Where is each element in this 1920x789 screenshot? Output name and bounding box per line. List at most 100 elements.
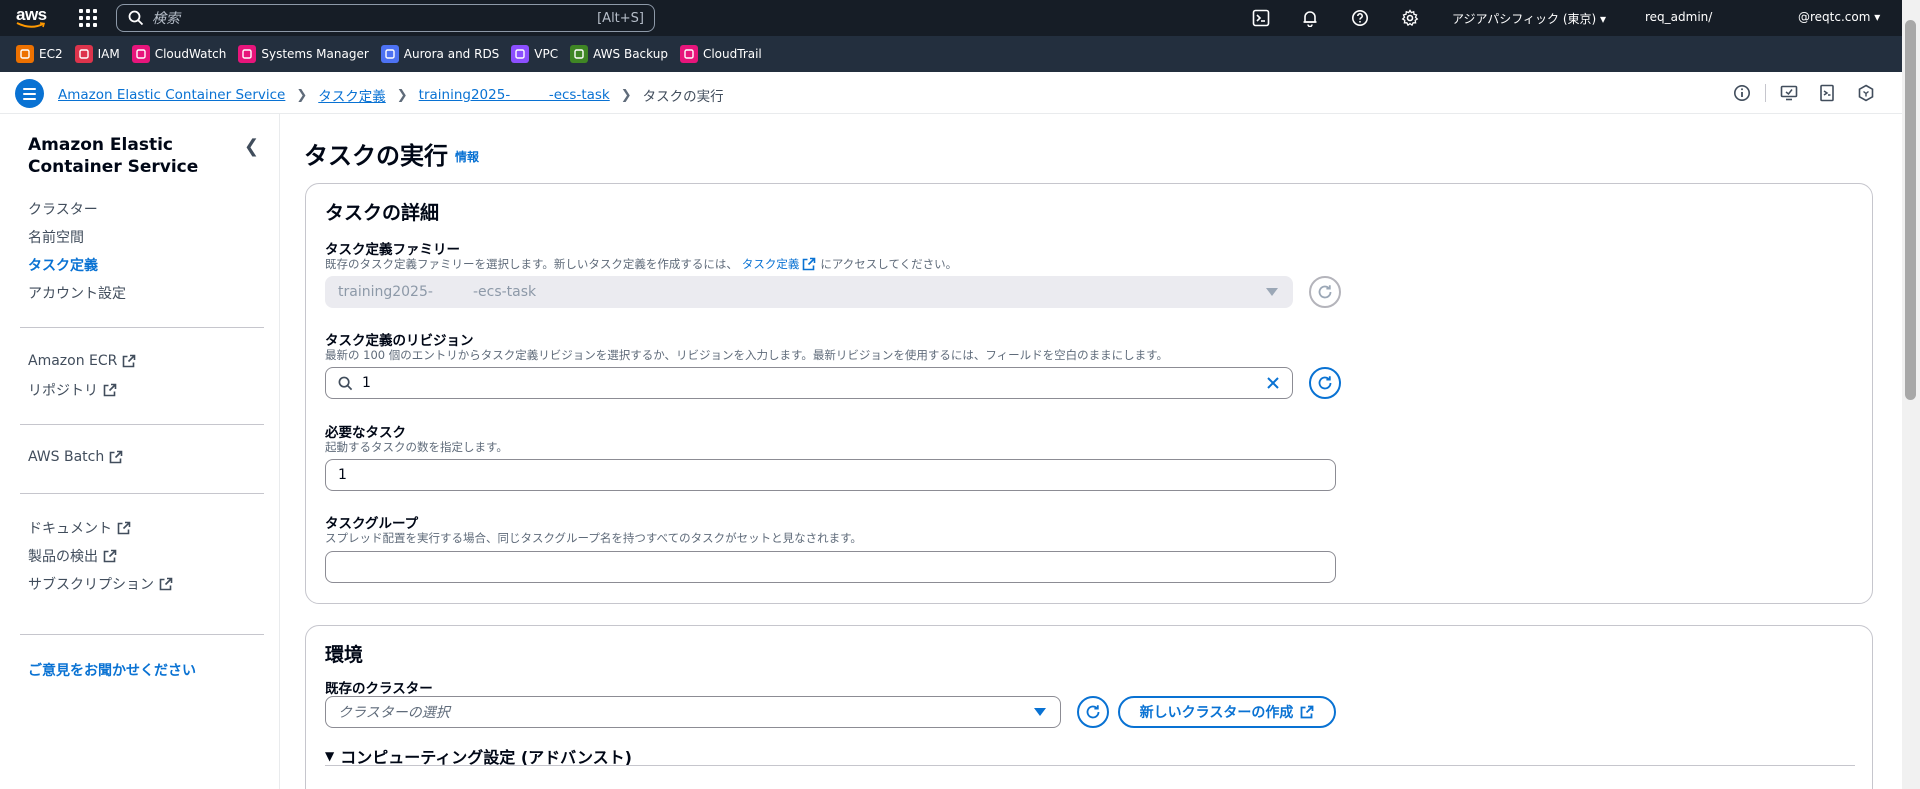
external-link-icon (123, 354, 136, 368)
chevron-right-icon: ❯ (296, 87, 308, 103)
favorite-ec2[interactable]: EC2 (16, 45, 63, 63)
caret-down-icon (1034, 708, 1046, 716)
services-grid-icon[interactable] (79, 9, 97, 27)
external-link-icon (103, 549, 117, 563)
revision-input[interactable]: 1 (325, 367, 1293, 399)
desired-tasks-value: 1 (338, 467, 347, 483)
favorite-aws-backup[interactable]: AWS Backup (570, 45, 668, 63)
region-selector[interactable]: アジアパシフィック (東京) ▾ (1452, 10, 1606, 27)
task-family-select[interactable]: training2025- -ecs-task (325, 276, 1293, 308)
cloudshell-icon[interactable] (1251, 8, 1271, 28)
desired-tasks-input[interactable]: 1 (325, 459, 1336, 491)
menu-hamburger-icon[interactable] (15, 79, 44, 108)
favorite-cloudtrail[interactable]: CloudTrail (679, 45, 762, 63)
existing-cluster-label: 既存のクラスター (325, 681, 433, 697)
service-icon (131, 45, 150, 63)
environment-panel: 環境 既存のクラスター クラスターの選択 新しいクラスターの作成 ▼ コンピュー… (305, 625, 1873, 789)
refresh-family-button[interactable] (1309, 276, 1341, 308)
user-label: @reqtc.com (1798, 10, 1871, 24)
scrollbar-thumb[interactable] (1905, 20, 1916, 400)
help-icon[interactable] (1350, 8, 1370, 28)
refresh-revision-button[interactable] (1309, 367, 1341, 399)
revision-value: 1 (362, 375, 371, 391)
caret-down-icon: ▾ (1600, 12, 1607, 26)
favorite-aurora-and-rds[interactable]: Aurora and RDS (380, 45, 499, 63)
hexagon-icon[interactable] (1857, 84, 1875, 102)
task-definitions-external-link[interactable]: タスク定義 (742, 256, 817, 272)
refresh-cluster-button[interactable] (1077, 696, 1109, 728)
sidebar-link-label: Amazon ECR (28, 353, 118, 369)
service-icon (679, 45, 698, 63)
search-shortcut: [Alt+S] (597, 10, 644, 26)
external-link-icon (103, 383, 117, 397)
region-label: アジアパシフィック (東京) (1452, 12, 1597, 26)
notifications-bell-icon[interactable] (1300, 8, 1320, 28)
search-icon (128, 10, 144, 26)
favorite-cloudwatch[interactable]: CloudWatch (131, 45, 226, 63)
create-cluster-button[interactable]: 新しいクラスターの作成 (1118, 696, 1336, 728)
toolbar-divider (1765, 84, 1766, 102)
settings-gear-icon[interactable] (1400, 8, 1420, 28)
user-menu[interactable]: @reqtc.com ▾ (1798, 10, 1880, 24)
revision-label: タスク定義のリビジョン (325, 333, 474, 349)
service-icon (16, 45, 34, 63)
sidebar-item-task-definitions[interactable]: タスク定義 (28, 255, 98, 275)
sidebar-title[interactable]: Amazon Elastic Container Service (28, 134, 228, 178)
create-cluster-label: 新しいクラスターの作成 (1139, 705, 1294, 721)
breadcrumb-ecs[interactable]: Amazon Elastic Container Service (58, 87, 285, 103)
sidebar-link-aws-batch[interactable]: AWS Batch (28, 449, 123, 465)
feedback-link[interactable]: ご意見をお聞かせください (28, 660, 196, 680)
external-link-icon (803, 257, 816, 271)
service-icon (74, 45, 93, 63)
info-panel-icon[interactable] (1733, 84, 1751, 102)
breadcrumb-task-definitions[interactable]: タスク定義 (318, 85, 386, 105)
sidebar-link-subscriptions[interactable]: サブスクリプション (28, 574, 173, 594)
info-link[interactable]: 情報 (455, 148, 479, 165)
sidebar-link-documentation[interactable]: ドキュメント (28, 518, 131, 538)
task-details-header: タスクの詳細 (325, 202, 440, 224)
caret-down-icon: ▼ (325, 749, 335, 763)
external-link-icon (1300, 705, 1314, 719)
external-link-icon (109, 450, 123, 464)
global-search-input[interactable]: 検索 [Alt+S] (116, 4, 655, 32)
external-link-icon (117, 521, 131, 535)
environment-header: 環境 (325, 644, 364, 666)
page-scrollbar[interactable] (1902, 0, 1920, 789)
refresh-icon (1086, 705, 1100, 719)
close-sidebar-icon[interactable]: ❮ (244, 136, 259, 157)
section-divider (325, 765, 1855, 766)
breadcrumb-current: タスクの実行 (642, 89, 724, 105)
sidebar-link-discover-products[interactable]: 製品の検出 (28, 546, 117, 566)
refresh-icon (1318, 376, 1332, 390)
sidebar-link-repositories[interactable]: リポジトリ (28, 380, 117, 400)
sidebar-link-amazon-ecr[interactable]: Amazon ECR (28, 353, 136, 369)
favorite-label: VPC (534, 47, 559, 61)
favorite-systems-manager[interactable]: Systems Manager (238, 45, 369, 63)
sidebar-item-namespaces[interactable]: 名前空間 (28, 227, 84, 247)
favorite-label: IAM (97, 47, 120, 61)
search-placeholder: 検索 (152, 11, 180, 27)
aws-smile-icon (16, 22, 46, 28)
refresh-icon (1318, 285, 1332, 299)
clear-icon[interactable] (1266, 376, 1280, 390)
task-group-input[interactable] (325, 551, 1336, 583)
task-family-label: タスク定義ファミリー (325, 242, 460, 258)
top-navigation-bar: aws 検索 [Alt+S] アジアパシフィック (東京) ▾ req_admi… (0, 0, 1920, 36)
sidebar-link-label: サブスクリプション (28, 577, 154, 593)
desired-tasks-label: 必要なタスク (325, 425, 406, 441)
monitor-icon[interactable] (1780, 84, 1798, 102)
favorite-iam[interactable]: IAM (74, 45, 120, 63)
cluster-select[interactable]: クラスターの選択 (325, 696, 1061, 728)
aws-logo[interactable]: aws (16, 5, 50, 31)
task-family-desc-text: 既存のタスク定義ファミリーを選択します。新しいタスク定義を作成するには、 (325, 257, 738, 271)
caret-down-icon: ▾ (1874, 10, 1881, 24)
favorite-label: CloudTrail (702, 47, 762, 61)
sidebar-link-label: AWS Batch (28, 449, 105, 465)
document-panel-icon[interactable] (1818, 84, 1836, 102)
breadcrumb: Amazon Elastic Container Service ❯ タスク定義… (58, 85, 724, 105)
sidebar-divider (20, 424, 264, 425)
sidebar-item-account-settings[interactable]: アカウント設定 (28, 283, 126, 303)
breadcrumb-task-definition[interactable]: training2025- -ecs-task (419, 87, 610, 103)
sidebar-item-clusters[interactable]: クラスター (28, 199, 98, 219)
favorite-vpc[interactable]: VPC (511, 45, 558, 63)
